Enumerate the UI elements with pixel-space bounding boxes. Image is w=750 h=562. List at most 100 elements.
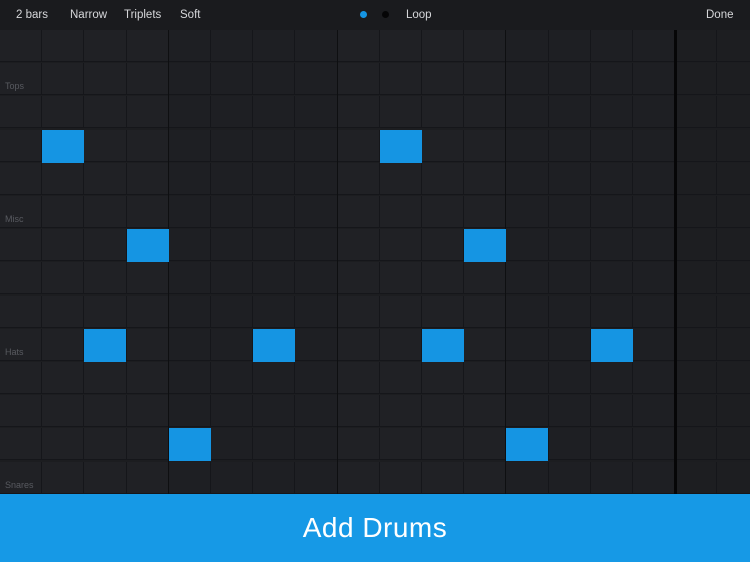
grid-cell[interactable] [717,196,750,228]
grid-cell[interactable] [295,129,338,162]
grid-cell[interactable] [295,162,338,195]
grid-cell[interactable] [211,362,254,394]
grid-cell[interactable] [379,295,422,328]
grid-cell[interactable] [126,428,169,461]
grid-cell[interactable] [295,362,338,394]
grid-cell[interactable] [337,461,380,494]
grid-cell[interactable] [211,129,254,162]
grid-cell[interactable] [675,461,718,494]
grid-cell[interactable] [506,129,549,162]
grid-cell[interactable] [337,30,380,62]
grid-cell[interactable] [126,162,169,195]
grid-cell[interactable] [337,129,380,162]
grid-cell[interactable] [506,30,549,62]
grid-cell[interactable] [126,96,169,129]
grid-cell[interactable] [633,295,676,328]
grid-cell[interactable] [422,162,465,195]
grid-cell[interactable] [42,395,85,428]
grid-cell[interactable] [717,428,750,461]
grid-cell[interactable] [211,30,254,62]
grid-cell[interactable] [633,328,676,361]
grid-cell[interactable] [464,295,507,328]
active-step[interactable] [379,129,422,163]
grid-cell[interactable] [0,328,43,361]
grid-cell[interactable] [337,428,380,461]
grid-cell[interactable] [717,295,750,328]
grid-cell[interactable] [253,461,296,494]
grid-cell[interactable] [548,129,591,162]
add-drums-button[interactable]: Add Drums [0,494,750,562]
grid-cell[interactable] [42,362,85,394]
grid-cell[interactable] [211,461,254,494]
grid-cell[interactable] [717,63,750,96]
grid-cell[interactable] [422,395,465,428]
page-indicator-icon[interactable] [382,11,389,18]
grid-cell[interactable] [422,63,465,96]
grid-cell[interactable] [675,229,718,262]
grid-cell[interactable] [126,63,169,96]
grid-cell[interactable] [717,461,750,494]
grid-cell[interactable] [590,395,633,428]
triplets-button[interactable]: Triplets [124,0,161,30]
grid-cell[interactable] [506,362,549,394]
grid-cell[interactable] [337,395,380,428]
grid-cell[interactable] [675,262,718,295]
grid-cell[interactable] [0,362,43,394]
grid-cell[interactable] [42,30,85,62]
grid-cell[interactable] [464,162,507,195]
grid-cell[interactable] [42,63,85,96]
grid-cell[interactable] [675,395,718,428]
grid-cell[interactable] [717,262,750,295]
grid-cell[interactable] [464,262,507,295]
grid-cell[interactable] [379,196,422,228]
grid-cell[interactable] [0,30,43,62]
grid-cell[interactable] [211,162,254,195]
grid-cell[interactable] [675,63,718,96]
step-sequencer-grid[interactable]: Tops Misc Hats Snares [0,30,750,494]
grid-cell[interactable] [253,63,296,96]
grid-cell[interactable] [0,96,43,129]
grid-cell[interactable] [295,395,338,428]
grid-cell[interactable] [506,395,549,428]
grid-cell[interactable] [422,129,465,162]
grid-cell[interactable] [675,30,718,62]
grid-cell[interactable] [548,461,591,494]
grid-cell[interactable] [42,162,85,195]
grid-cell[interactable] [422,30,465,62]
grid-cell[interactable] [590,262,633,295]
grid-cell[interactable] [464,362,507,394]
grid-cell[interactable] [422,96,465,129]
grid-cell[interactable] [337,162,380,195]
grid-cell[interactable] [675,96,718,129]
grid-cell[interactable] [84,229,127,262]
page-indicator-active-icon[interactable] [360,11,367,18]
grid-cell[interactable] [42,262,85,295]
grid-cell[interactable] [590,362,633,394]
grid-cell[interactable] [253,428,296,461]
active-step[interactable] [126,229,169,263]
grid-cell[interactable] [84,162,127,195]
grid-cell[interactable] [379,63,422,96]
grid-cell[interactable] [337,362,380,394]
grid-cell[interactable] [253,96,296,129]
grid-cell[interactable] [590,30,633,62]
grid-cell[interactable] [422,295,465,328]
grid-cell[interactable] [506,229,549,262]
grid-cell[interactable] [506,328,549,361]
grid-cell[interactable] [211,428,254,461]
grid-cell[interactable] [548,229,591,262]
grid-cell[interactable] [717,96,750,129]
grid-cell[interactable] [633,262,676,295]
grid-cell[interactable] [464,461,507,494]
grid-cell[interactable] [295,229,338,262]
narrow-button[interactable]: Narrow [70,0,107,30]
grid-cell[interactable] [379,96,422,129]
grid-cell[interactable] [253,196,296,228]
grid-cell[interactable] [84,295,127,328]
grid-cell[interactable] [0,262,43,295]
grid-cell[interactable] [548,63,591,96]
grid-cell[interactable] [548,395,591,428]
grid-cell[interactable] [464,428,507,461]
grid-cell[interactable] [633,229,676,262]
grid-cell[interactable] [548,196,591,228]
